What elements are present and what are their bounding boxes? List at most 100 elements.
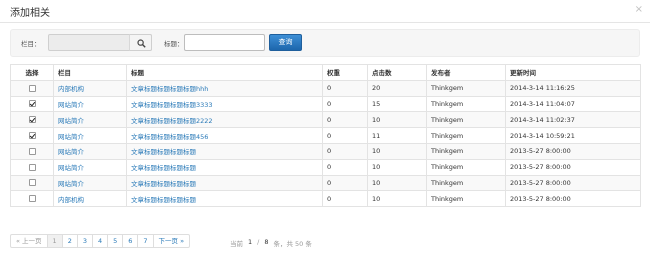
table-row: 网站简介 文章标题标题标题标题456 0 11 Thinkgem 2014-3-14 10… [10,127,641,144]
row-column-link[interactable]: 网站简介 [53,174,127,192]
row-column-link[interactable]: 网站简介 [53,111,127,129]
row-checkbox[interactable] [28,84,36,92]
column-search-button[interactable] [129,34,152,51]
row-column-link[interactable]: 网站简介 [53,95,127,113]
row-publisher: Thinkgem [426,190,506,208]
row-column-link[interactable]: 内部机构 [53,79,127,97]
row-updated: 2013-5-27 8:00:00 [505,142,641,160]
row-title-link[interactable]: 文章标题标题标题标题456 [126,127,323,144]
row-select-cell [10,95,54,113]
row-clicks: 10 [367,174,427,192]
table-row: 网站简介 文章标题标题标题标题 0 10 Thinkgem 2013-5-27 8:00:… [10,174,641,192]
row-publisher: Thinkgem [426,127,506,144]
prev-page-button[interactable]: « 上一页 [10,234,48,248]
row-clicks: 11 [367,127,427,144]
row-clicks: 15 [367,95,427,113]
page-6[interactable]: 6 [122,234,139,248]
row-select-cell [10,111,54,129]
table-row: 网站简介 文章标题标题标题标题3333 0 15 Thinkgem 2014-3-14 1… [10,95,641,113]
row-publisher: Thinkgem [426,142,506,160]
row-select-cell [10,174,54,192]
row-weight: 0 [322,127,368,144]
total-pages-value: 8 [264,238,269,246]
row-checkbox[interactable] [28,195,36,203]
next-page-button[interactable]: 下一页 » [152,234,191,248]
header-clicks[interactable]: 点击数 [367,64,427,81]
row-updated: 2013-5-27 8:00:00 [505,174,641,192]
query-button[interactable]: 查询 [269,34,302,51]
row-weight: 0 [322,95,368,113]
total-count-text: 条，共 50 条 [273,240,312,248]
table-row: 内部机构 文章标题标题标题标题 0 10 Thinkgem 2013-5-27 8:00:… [10,190,641,208]
row-title-link[interactable]: 文章标题标题标题标题 [126,158,323,176]
header-title[interactable]: 标题 [126,64,323,81]
row-select-cell [10,190,54,208]
current-label: 当前 [230,240,243,248]
row-publisher: Thinkgem [426,79,506,97]
row-title-link[interactable]: 文章标题标题标题标题 [126,190,323,208]
table-header-row: 选择 栏目 标题 权重 点击数 发布者 更新时间 [10,64,641,81]
row-title-link[interactable]: 文章标题标题标题标题hhh [126,79,323,97]
row-weight: 0 [322,174,368,192]
row-column-link[interactable]: 网站简介 [53,127,127,144]
row-select-cell [10,142,54,160]
table-row: 网站简介 文章标题标题标题标题2222 0 10 Thinkgem 2014-3-14 1… [10,111,641,129]
header-updated[interactable]: 更新时间 [505,64,641,81]
row-checkbox[interactable] [28,132,36,140]
page-2[interactable]: 2 [61,234,78,248]
row-select-cell [10,79,54,97]
row-updated: 2014-3-14 11:04:07 [505,95,641,113]
dialog-header: 添加相关 × [0,0,650,23]
row-checkbox[interactable] [28,163,36,171]
row-updated: 2013-5-27 8:00:00 [505,158,641,176]
row-updated: 2014-3-14 10:59:21 [505,127,641,144]
row-publisher: Thinkgem [426,111,506,129]
dialog-title: 添加相关 [10,8,50,19]
pagination: « 上一页 1 2 3 4 5 6 7 下一页 » [10,234,191,248]
row-column-link[interactable]: 网站简介 [53,158,127,176]
page-separator: / [257,238,260,246]
current-page-value: 1 [248,238,253,246]
row-clicks: 10 [367,142,427,160]
header-select: 选择 [10,64,54,81]
page-5[interactable]: 5 [107,234,124,248]
row-clicks: 20 [367,79,427,97]
page-4[interactable]: 4 [91,234,109,248]
header-column[interactable]: 栏目 [53,64,127,81]
title-search-input[interactable] [184,34,265,51]
title-label: 标题： [164,40,184,48]
header-publisher[interactable]: 发布者 [426,64,506,81]
row-title-link[interactable]: 文章标题标题标题标题3333 [126,95,323,113]
page-7[interactable]: 7 [137,234,154,248]
page-3[interactable]: 3 [76,234,93,248]
header-weight[interactable]: 权重 [322,64,368,81]
row-title-link[interactable]: 文章标题标题标题标题2222 [126,111,323,129]
row-checkbox[interactable] [28,116,36,124]
pagination-info: 当前 1 / 8 条，共 50 条 [230,238,312,248]
row-publisher: Thinkgem [426,174,506,192]
row-updated: 2014-3-14 11:02:37 [505,111,641,129]
row-column-link[interactable]: 网站简介 [53,142,127,160]
table-row: 内部机构 文章标题标题标题标题hhh 0 20 Thinkgem 2014-3-14 11… [10,79,641,97]
row-updated: 2013-5-27 8:00:00 [505,190,641,208]
row-updated: 2014-3-14 11:16:25 [505,79,641,97]
row-select-cell [10,127,54,144]
row-checkbox[interactable] [28,100,36,108]
row-column-link[interactable]: 内部机构 [53,190,127,208]
row-checkbox[interactable] [28,179,36,187]
row-clicks: 10 [367,190,427,208]
row-checkbox[interactable] [28,147,36,155]
row-title-link[interactable]: 文章标题标题标题标题 [126,174,323,192]
table-row: 网站简介 文章标题标题标题标题 0 10 Thinkgem 2013-5-27 8:00:… [10,142,641,160]
search-bar: 栏目： 标题： 查询 [10,29,640,57]
column-label: 栏目： [21,40,41,48]
row-title-link[interactable]: 文章标题标题标题标题 [126,142,323,160]
row-clicks: 10 [367,158,427,176]
row-weight: 0 [322,190,368,208]
row-publisher: Thinkgem [426,95,506,113]
row-weight: 0 [322,142,368,160]
row-weight: 0 [322,111,368,129]
row-select-cell [10,158,54,176]
page-1[interactable]: 1 [46,234,63,248]
close-icon[interactable]: × [635,4,643,16]
